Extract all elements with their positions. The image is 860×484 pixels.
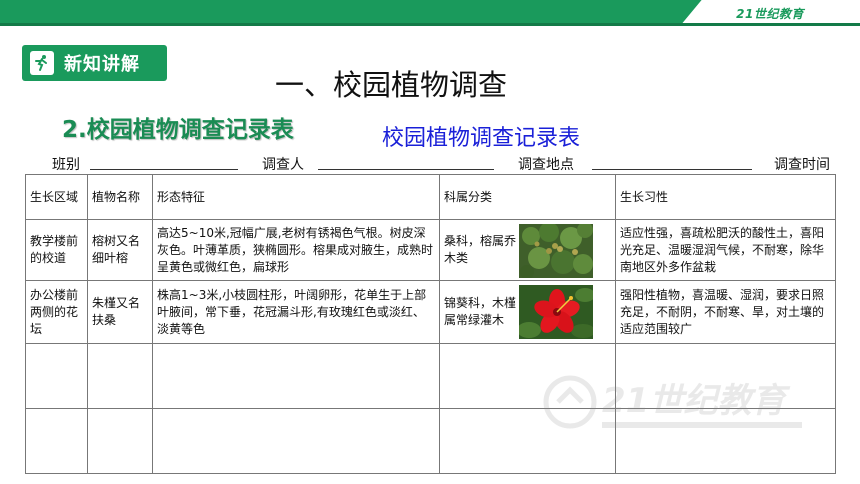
cell-habit: 强阳性植物，喜温暖、湿润，要求日照充足，不耐阴，不耐寒、旱，对土壤的适应范围较广 (615, 280, 836, 344)
page-title: 一、校园植物调查 (275, 68, 508, 102)
badge-label: 新知讲解 (64, 54, 140, 75)
cell-empty[interactable] (439, 343, 616, 409)
table-header-row: 生长区域 植物名称 形态特征 科属分类 生长习性 (25, 174, 836, 220)
location-label: 调查地点 (518, 157, 574, 173)
table-row-empty (25, 343, 836, 409)
cell-empty[interactable] (615, 408, 836, 474)
table-row: 教学楼前的校道 榕树又名细叶榕 高达5~10米,冠幅广展,老树有锈褐色气根。树皮… (25, 219, 836, 281)
cell-empty[interactable] (615, 343, 836, 409)
cell-empty[interactable] (25, 408, 88, 474)
cell-classification: 锦葵科，木槿属常绿灌木 (439, 280, 616, 344)
table-row-empty (25, 408, 836, 474)
class-label: 班别 (52, 157, 80, 173)
section-subtitle: 2.校园植物调查记录表 (62, 117, 294, 143)
header-classification: 科属分类 (439, 174, 616, 220)
classification-text: 锦葵科，木槿属常绿灌木 (444, 296, 517, 327)
table-title: 校园植物调查记录表 (382, 126, 581, 151)
cell-name: 榕树又名细叶榕 (87, 219, 153, 281)
cell-features: 高达5~10米,冠幅广展,老树有锈褐色气根。树皮深灰色。叶薄革质，狭椭圆形。榕果… (152, 219, 440, 281)
header-area: 生长区域 (25, 174, 88, 220)
header-features: 形态特征 (152, 174, 440, 220)
cell-empty[interactable] (87, 408, 153, 474)
investigator-blank (318, 169, 494, 170)
section-badge: 新知讲解 (22, 45, 167, 81)
cell-name: 朱槿又名扶桑 (87, 280, 153, 344)
runner-icon (30, 51, 54, 75)
info-fields: 班别 调查人 调查地点 调查时间 (52, 151, 860, 173)
cell-empty[interactable] (25, 343, 88, 409)
location-blank (592, 169, 752, 170)
cell-empty[interactable] (87, 343, 153, 409)
cell-habit: 适应性强，喜疏松肥沃的酸性土，喜阳光充足、温暖湿润气候，不耐寒，除华南地区外多作… (615, 219, 836, 281)
hibiscus-photo (519, 285, 593, 339)
banyan-photo (519, 224, 593, 278)
cell-empty[interactable] (152, 343, 440, 409)
cell-classification: 桑科，榕属乔木类 (439, 219, 616, 281)
cell-area: 教学楼前的校道 (25, 219, 88, 281)
classification-text: 桑科，榕属乔木类 (444, 234, 517, 265)
header-habit: 生长习性 (615, 174, 836, 220)
cell-features: 株高1~3米,小枝圆柱形，叶阔卵形，花单生于上部叶腋间，常下垂，花冠漏斗形,有玫… (152, 280, 440, 344)
table-row: 办公楼前两侧的花坛 朱槿又名扶桑 株高1~3米,小枝圆柱形，叶阔卵形，花单生于上… (25, 280, 836, 344)
header-name: 植物名称 (87, 174, 153, 220)
cell-empty[interactable] (152, 408, 440, 474)
top-banner: 21世纪教育 (0, 0, 860, 26)
cell-empty[interactable] (439, 408, 616, 474)
survey-table: 生长区域 植物名称 形态特征 科属分类 生长习性 教学楼前的校道 榕树又名细叶榕… (25, 174, 836, 474)
time-label: 调查时间 (774, 157, 830, 173)
brand-logo-text: 21世纪教育 (736, 6, 804, 21)
investigator-label: 调查人 (262, 157, 304, 173)
brand-logo: 21世纪教育 (680, 0, 860, 26)
class-blank (90, 169, 238, 170)
cell-area: 办公楼前两侧的花坛 (25, 280, 88, 344)
